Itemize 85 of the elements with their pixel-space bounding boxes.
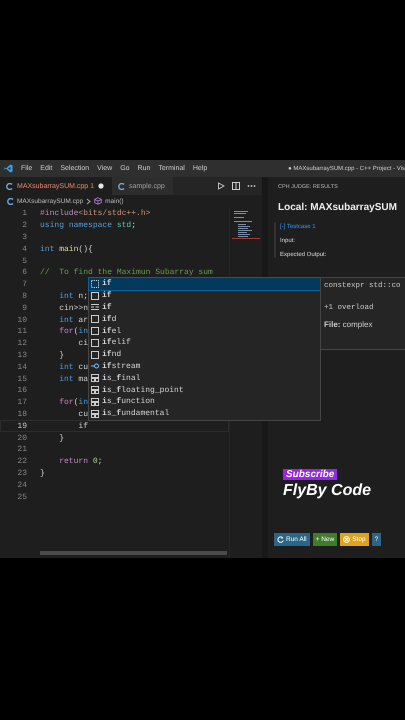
code-line: int ma [58, 374, 88, 384]
square-icon [91, 315, 99, 324]
more-icon [247, 182, 256, 190]
link-icon [91, 362, 99, 370]
cpp-icon [118, 182, 126, 190]
suggestion-item[interactable]: is_function [89, 396, 320, 408]
code-line: #include<bits/stdc++.h> [40, 209, 150, 218]
code-line: return 0; [58, 457, 102, 466]
code-line: for(in [58, 327, 88, 336]
suggestion-item[interactable]: ifd [89, 313, 320, 326]
cpp-icon [6, 182, 13, 190]
chevron-icon [86, 198, 92, 204]
suggestion-item[interactable]: if [89, 302, 320, 314]
suggestion-item[interactable]: ifel [89, 325, 320, 337]
code-line: int cu [58, 362, 88, 372]
line-number: 23 [16, 468, 27, 478]
line-number: 19 [16, 422, 27, 431]
code-line: // To find the Maximun Subarray sum [40, 268, 213, 278]
struct-icon [91, 410, 99, 418]
square-icon [91, 350, 99, 359]
line-number: 4 [21, 244, 27, 254]
line-number: 6 [21, 268, 27, 278]
suggestion-item[interactable]: if [89, 278, 320, 290]
code-line: cin>>n [58, 304, 88, 313]
logo-icon [4, 164, 13, 173]
line-number: 12 [16, 339, 27, 348]
code-line: for(in [58, 398, 88, 408]
cube-icon [94, 197, 102, 205]
struct-icon [91, 374, 99, 382]
square-icon [91, 338, 99, 347]
suggestion-item[interactable]: is_final [89, 372, 320, 384]
panel-title: Local: MAXsubarraySUM [278, 202, 398, 213]
suggestion-item[interactable]: ifelif [89, 336, 320, 349]
line-number: 10 [16, 316, 27, 325]
cpp-icon [7, 198, 14, 204]
line-number: 14 [16, 362, 27, 372]
code-line: ci [77, 339, 88, 348]
dotted-square-icon [91, 280, 99, 288]
struct-icon [91, 398, 99, 406]
line-number: 18 [16, 410, 27, 419]
line-number: 25 [16, 492, 27, 502]
code-line: } [58, 350, 64, 360]
code-line: } [40, 468, 45, 478]
suggestion-item[interactable]: ifnd [89, 348, 320, 361]
minimap-drawing [232, 209, 260, 241]
square-icon [91, 327, 99, 336]
line-number: 5 [21, 256, 27, 266]
line-number: 15 [16, 374, 27, 384]
code-line: using namespace std; [40, 221, 136, 230]
subscribe-badge: Subscribe [283, 469, 338, 480]
suggestion-item[interactable]: is_fundamental [89, 408, 320, 420]
line-number: 11 [16, 327, 27, 336]
line-number: 8 [21, 292, 27, 301]
line-number: 21 [16, 445, 27, 454]
split-editor-icon [232, 182, 240, 190]
scrollbar[interactable] [40, 551, 227, 555]
file-text: File: complex [324, 320, 374, 329]
line-number: 16 [16, 386, 27, 396]
suggestion-item[interactable]: is_floating_point [89, 384, 320, 396]
code-line: int main(){ [40, 244, 93, 254]
refresh-icon [277, 536, 284, 543]
square-icon [91, 292, 99, 300]
run-icon [217, 182, 225, 190]
code-line: if [77, 422, 88, 431]
suggestion-item[interactable]: if [89, 290, 320, 302]
line-number: 7 [21, 280, 27, 290]
code-line: int ar [58, 316, 88, 325]
line-number: 13 [16, 350, 27, 360]
line-number: 3 [21, 232, 27, 242]
stop-icon [343, 536, 350, 543]
channel-name: FlyBy Code [283, 482, 372, 500]
line-number: 2 [21, 221, 27, 230]
suggestion-item[interactable]: ifstream [89, 360, 320, 372]
line-number: 24 [16, 480, 27, 490]
line-number: 22 [16, 457, 27, 466]
modified-dot-icon [98, 183, 104, 189]
struct-icon [91, 386, 99, 394]
code-line: cu [77, 410, 88, 419]
line-number: 9 [21, 304, 27, 313]
code-line: int n; [58, 292, 88, 301]
line-number: 20 [16, 434, 27, 443]
line-number: 17 [16, 398, 27, 408]
line-number: 1 [21, 209, 27, 218]
lines-icon [91, 303, 99, 312]
code-line: } [58, 434, 64, 443]
